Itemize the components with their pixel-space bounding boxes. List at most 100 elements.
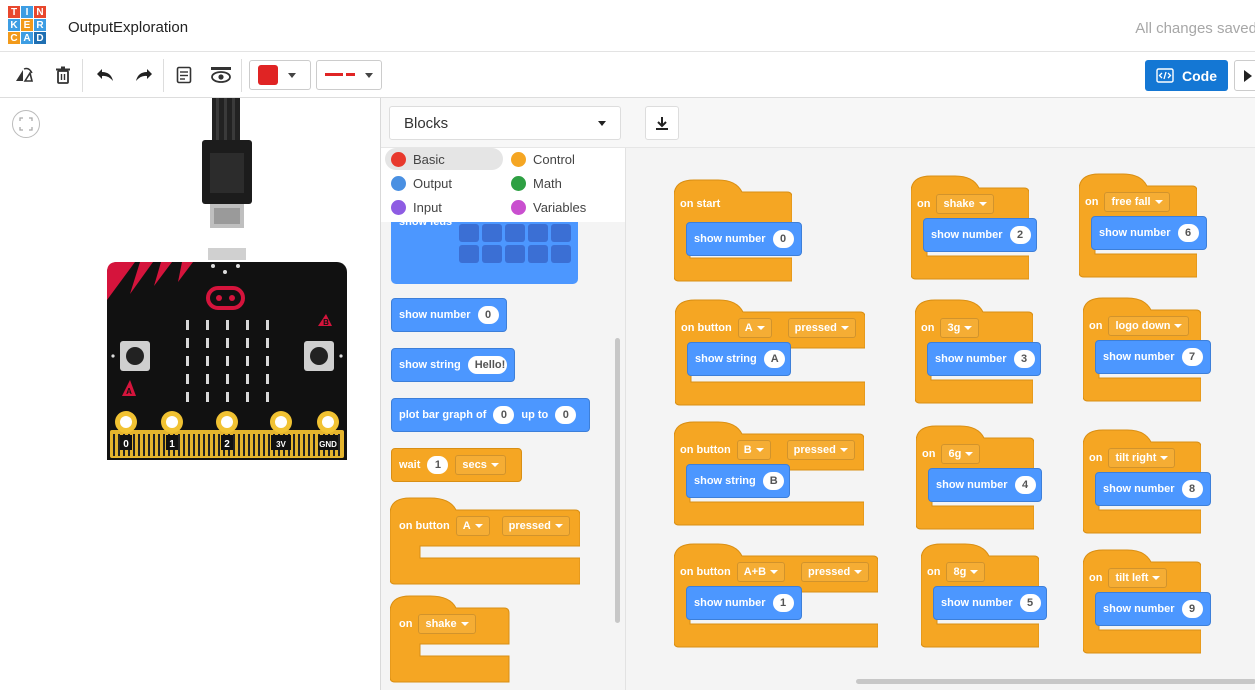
button-dropdown[interactable]: A+B [736,562,786,582]
button-dropdown[interactable]: A [737,318,772,338]
category-input[interactable]: Input [385,196,448,218]
led-cell[interactable] [551,224,571,242]
gesture-dropdown[interactable]: free fall [1104,192,1170,212]
number-input[interactable]: 0 [477,306,499,324]
gesture-dropdown[interactable]: tilt left [1108,568,1168,588]
trash-icon[interactable] [51,63,75,87]
button-b[interactable] [304,341,334,371]
statement-block[interactable]: show string B [686,464,790,498]
statement-block[interactable]: show number 1 [686,586,802,620]
unit-dropdown[interactable]: secs [455,455,506,475]
value-input[interactable]: 1 [772,594,794,612]
palette-block-show-number[interactable]: show number 0 [391,298,507,332]
gesture-dropdown[interactable]: logo down [1108,316,1190,336]
value-input[interactable]: 3 [1013,350,1035,368]
led-cell[interactable] [505,224,525,242]
start-simulation-button[interactable] [1234,60,1255,91]
number-input[interactable]: 0 [493,406,515,424]
statement-block[interactable]: show number 2 [923,218,1037,252]
palette-block-wait[interactable]: wait 1 secs [391,448,522,482]
event-on-gesture[interactable]: on tilt right show number 8 [1083,428,1211,534]
code-mode-dropdown[interactable]: Blocks [389,106,621,140]
value-input[interactable]: 5 [1019,594,1041,612]
led-cell[interactable] [459,224,479,242]
palette-block-on-shake[interactable] [390,594,510,686]
event-on-gesture[interactable]: on 6g show number 4 [916,424,1042,530]
statement-block[interactable]: show number 9 [1095,592,1211,626]
palette-block-on-button[interactable] [390,496,580,588]
circuit-canvas[interactable]: 0 1 2 3V GND A B [0,98,380,690]
led-cell[interactable] [528,224,548,242]
action-dropdown[interactable]: pressed [501,516,570,536]
gesture-dropdown[interactable]: 3g [940,318,980,338]
event-on-gesture[interactable]: on logo down show number 7 [1083,296,1211,402]
palette-block-plot-bar-graph[interactable]: plot bar graph of 0 up to 0 [391,398,590,432]
value-input[interactable]: 0 [772,230,794,248]
gesture-dropdown[interactable]: shake [936,194,994,214]
led-cell[interactable] [459,245,479,263]
event-on-button[interactable]: on button A+B pressed show number 1 [674,542,878,648]
value-input[interactable]: 8 [1181,480,1203,498]
event-on-button[interactable]: on button Apressed show string A [675,298,865,406]
value-input[interactable]: A [763,350,785,368]
statement-block[interactable]: show number 0 [686,222,802,256]
tinkercad-logo[interactable]: TIN KER CAD [8,6,52,46]
value-input[interactable]: 4 [1014,476,1036,494]
microbit-board[interactable]: 0 1 2 3V GND A B [0,98,380,468]
string-input[interactable]: Hello! [467,356,507,374]
line-style-dropdown[interactable] [316,60,382,90]
action-dropdown[interactable]: pressed [786,440,855,460]
statement-block[interactable]: show number 4 [928,468,1042,502]
gesture-dropdown[interactable]: shake [418,614,476,634]
number-input[interactable]: 0 [555,406,577,424]
led-cell[interactable] [528,245,548,263]
action-dropdown[interactable]: pressed [801,562,870,582]
statement-block[interactable]: show number 7 [1095,340,1211,374]
category-basic[interactable]: Basic [385,148,503,170]
statement-block[interactable]: show string A [687,342,791,376]
event-on-gesture[interactable]: on shake show number 2 [911,174,1037,280]
event-on-button[interactable]: on button Bpressed show string B [674,420,864,526]
led-grid-input[interactable] [459,224,571,263]
statement-block[interactable]: show number 6 [1091,216,1207,250]
event-on-gesture[interactable]: on 3g show number 3 [915,298,1041,404]
event-on-gesture[interactable]: on 8g show number 5 [921,542,1047,648]
palette-scrollbar[interactable] [615,338,620,623]
statement-block[interactable]: show number 3 [927,342,1041,376]
button-dropdown[interactable]: B [736,440,771,460]
value-input[interactable]: 6 [1177,224,1199,242]
led-cell[interactable] [505,245,525,263]
project-title[interactable]: OutputExploration [68,19,188,36]
visibility-icon[interactable] [209,63,233,87]
event-on-gesture[interactable]: on free fall show number 6 [1079,172,1207,278]
category-math[interactable]: Math [505,172,568,194]
download-button[interactable] [645,106,679,140]
led-cell[interactable] [482,224,502,242]
gesture-dropdown[interactable]: tilt right [1108,448,1176,468]
palette-block-show-string[interactable]: show string Hello! [391,348,515,382]
fill-color-dropdown[interactable] [249,60,311,90]
value-input[interactable]: 2 [1009,226,1031,244]
category-control[interactable]: Control [505,148,581,170]
gesture-dropdown[interactable]: 6g [941,444,981,464]
event-on-start[interactable]: on start show number 0 [674,178,802,282]
value-input[interactable]: 9 [1181,600,1203,618]
gesture-dropdown[interactable]: 8g [946,562,986,582]
event-on-gesture[interactable]: on tilt left show number 9 [1083,548,1211,654]
statement-block[interactable]: show number 5 [933,586,1047,620]
statement-block[interactable]: show number 8 [1095,472,1211,506]
led-cell[interactable] [482,245,502,263]
workspace-scrollbar[interactable] [856,679,1255,684]
blocks-workspace[interactable]: on start show number 0 on button Apressed sho… [626,148,1255,690]
redo-icon[interactable] [132,63,156,87]
button-dropdown[interactable]: A [455,516,490,536]
category-variables[interactable]: Variables [505,196,592,218]
led-cell[interactable] [551,245,571,263]
button-a[interactable] [120,341,150,371]
notes-icon[interactable] [172,63,196,87]
rotate-icon[interactable] [12,63,36,87]
value-input[interactable]: 7 [1181,348,1203,366]
code-button[interactable]: Code [1145,60,1228,91]
undo-icon[interactable] [93,63,117,87]
action-dropdown[interactable]: pressed [787,318,856,338]
